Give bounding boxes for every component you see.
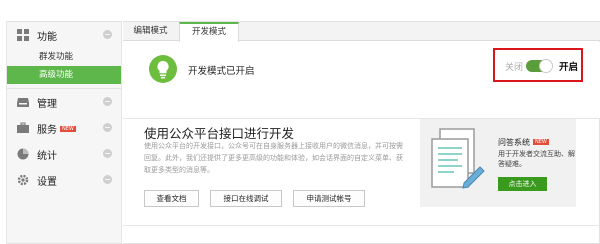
qa-illustration-icon <box>428 127 488 203</box>
sidebar-section-label: 统计 <box>37 150 57 162</box>
sidebar-item-advanced[interactable]: 高级功能 <box>7 66 121 84</box>
test-account-button[interactable]: 申请测试帐号 <box>293 190 365 207</box>
tab-edit-mode[interactable]: 编辑模式 <box>123 22 178 42</box>
expand-icon[interactable] <box>103 149 112 158</box>
expand-icon[interactable] <box>103 175 112 184</box>
sidebar-section-functions[interactable]: 功能 <box>7 22 121 48</box>
expand-icon[interactable] <box>103 97 112 106</box>
inbox-icon <box>17 96 29 108</box>
sidebar-item-broadcast[interactable]: 群发功能 <box>7 48 121 66</box>
expand-icon[interactable] <box>103 30 112 39</box>
card-title: 问答系统 NEW <box>498 137 549 148</box>
mode-toggle-highlight: 关闭 开启 <box>493 48 583 82</box>
status-text: 开发模式已开启 <box>188 66 255 77</box>
briefcase-icon <box>17 122 29 134</box>
toggle-on-label[interactable]: 开启 <box>559 59 578 73</box>
main-panel: 编辑模式 开发模式 开发模式已开启 关闭 开启 使用公众平台接口进行开发 使用公… <box>123 21 600 244</box>
gear-icon <box>17 174 29 186</box>
enter-qa-button[interactable]: 点击进入 <box>498 177 547 191</box>
sidebar: 功能 群发功能 高级功能 管理 服务 NEW 统计 设置 <box>6 21 122 244</box>
sidebar-section-stats[interactable]: 统计 <box>7 141 121 167</box>
switch-knob[interactable] <box>539 59 553 73</box>
expand-icon[interactable] <box>103 123 112 132</box>
toggle-off-label[interactable]: 关闭 <box>505 60 523 73</box>
sidebar-section-services[interactable]: 服务 NEW <box>7 115 121 141</box>
api-debug-button[interactable]: 接口在线调试 <box>210 190 282 207</box>
view-docs-button[interactable]: 查看文档 <box>144 190 199 207</box>
page: 功能 群发功能 高级功能 管理 服务 NEW 统计 设置 编辑模式 开发模式 开… <box>0 0 600 244</box>
new-badge: NEW <box>60 126 76 132</box>
dev-mode-status: 开发模式已开启 关闭 开启 <box>123 42 600 119</box>
divider <box>123 225 600 226</box>
card-title-text: 问答系统 <box>498 138 530 147</box>
qa-system-card: 问答系统 NEW 用于开发者交流互助、解答疑难。 点击进入 <box>420 119 576 207</box>
pie-chart-icon <box>17 148 29 160</box>
dev-mode-switch[interactable] <box>526 59 553 73</box>
section-description: 使用公众平台的开发接口，公众号可在自身服务器上接收用户的微信消息，并可按需回复。… <box>144 142 403 174</box>
sidebar-section-settings[interactable]: 设置 <box>7 167 121 193</box>
tab-dev-mode[interactable]: 开发模式 <box>179 22 239 42</box>
tab-bar: 编辑模式 开发模式 <box>123 22 600 42</box>
card-description: 用于开发者交流互助、解答疑难。 <box>498 150 575 168</box>
sidebar-section-label: 设置 <box>37 176 57 188</box>
sidebar-section-label: 功能 <box>37 31 57 43</box>
sidebar-section-label: 管理 <box>37 98 57 110</box>
lightbulb-icon <box>149 55 177 83</box>
sidebar-section-manage[interactable]: 管理 <box>7 89 121 115</box>
grid-icon <box>17 29 29 41</box>
new-badge: NEW <box>533 139 549 145</box>
sidebar-section-label: 服务 <box>37 124 57 136</box>
